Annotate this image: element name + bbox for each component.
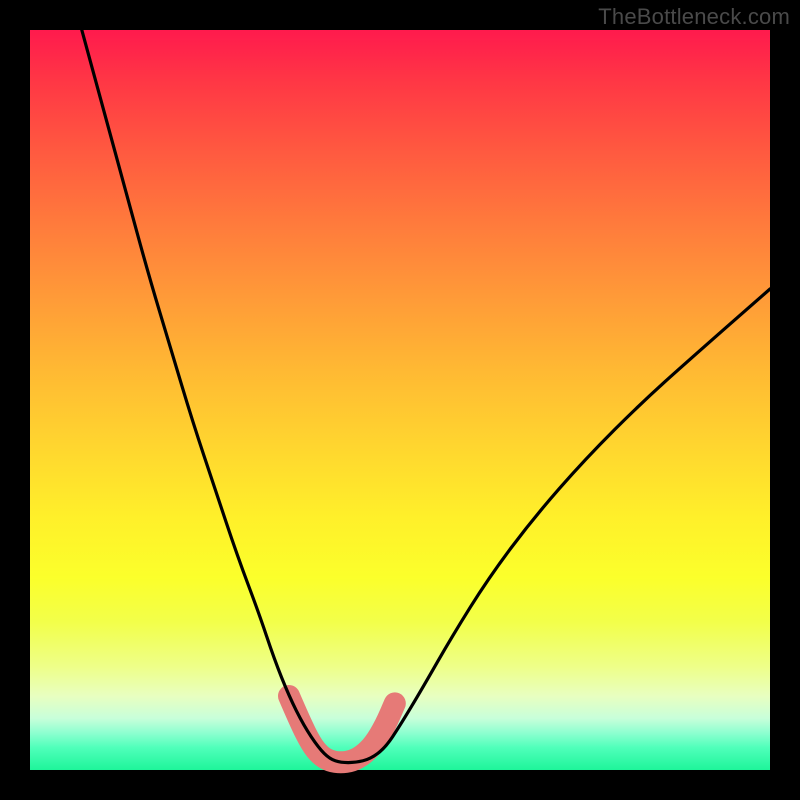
watermark-text: TheBottleneck.com xyxy=(598,4,790,30)
bottleneck-curve-path xyxy=(82,30,770,763)
chart-svg xyxy=(30,30,770,770)
plot-area xyxy=(30,30,770,770)
chart-frame: TheBottleneck.com xyxy=(0,0,800,800)
